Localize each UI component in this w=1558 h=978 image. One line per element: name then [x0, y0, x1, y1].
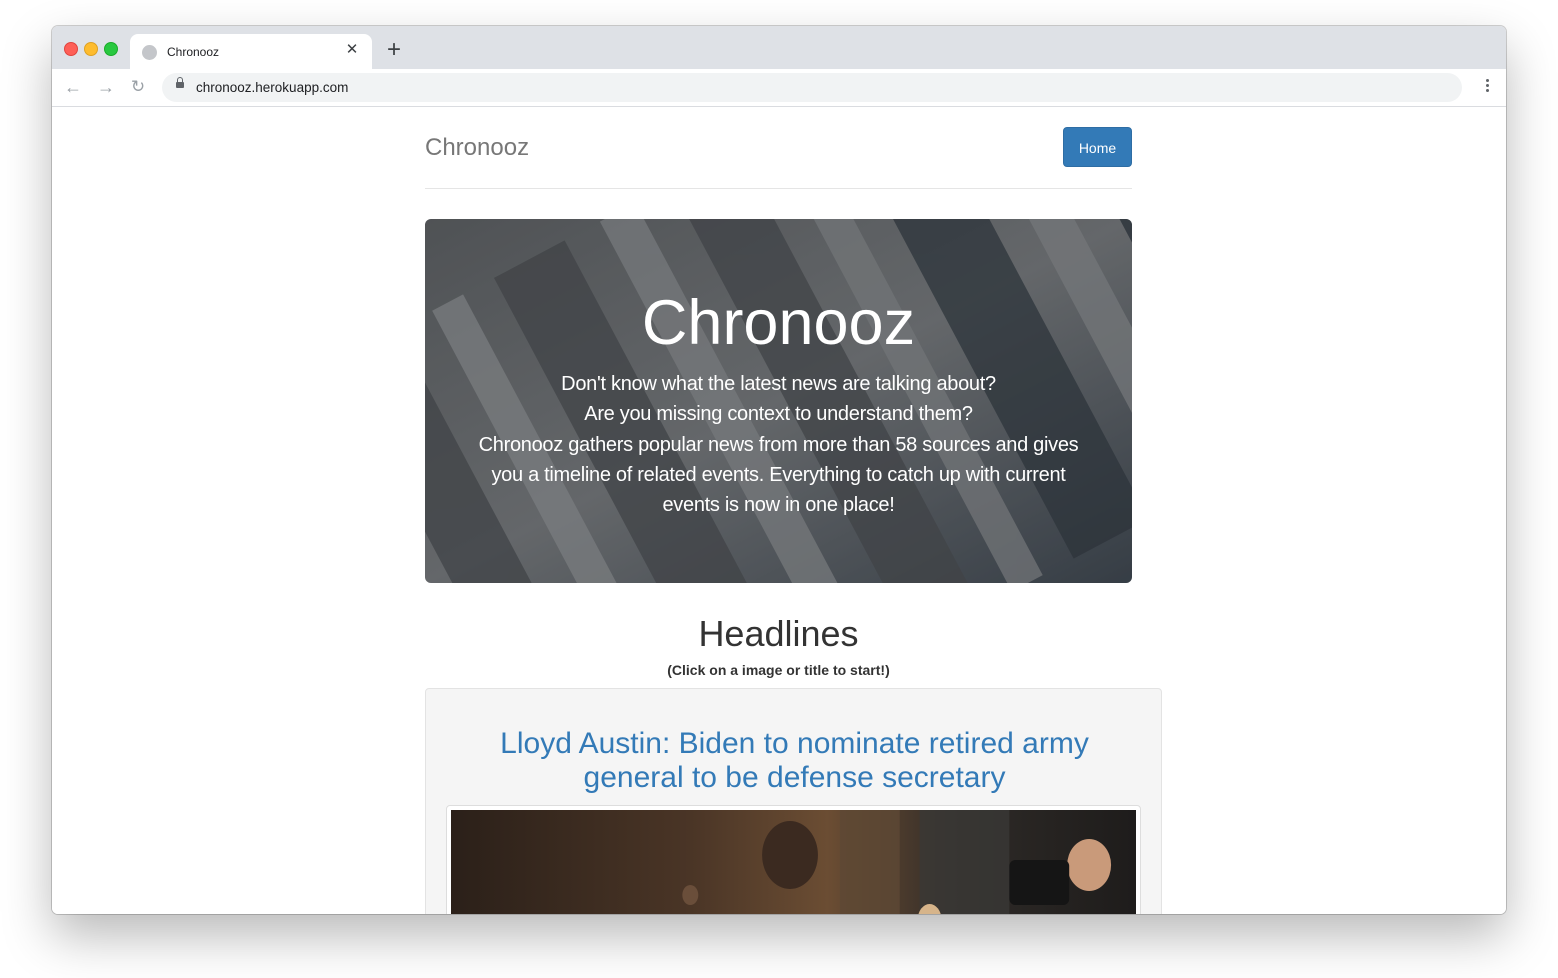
kebab-menu-icon[interactable] [1486, 77, 1490, 97]
close-window-button[interactable] [64, 42, 78, 56]
new-tab-button[interactable]: + [382, 38, 406, 62]
browser-toolbar: ← → ↻ chronooz.herokuapp.com [52, 69, 1506, 107]
hero-banner: Chronooz Don't know what the latest news… [425, 219, 1132, 583]
address-bar[interactable]: chronooz.herokuapp.com [162, 73, 1462, 102]
hero-description: Don't know what the latest news are talk… [475, 369, 1082, 520]
headline-card: Lloyd Austin: Biden to nominate retired … [425, 688, 1162, 914]
headlines-heading: Headlines [698, 613, 859, 654]
reload-icon[interactable]: ↻ [128, 77, 148, 97]
browser-window: Chronooz ✕ + ← → ↻ chronooz.herokuapp.co… [52, 26, 1506, 914]
hero-line-2: Are you missing context to understand th… [584, 403, 973, 426]
forward-arrow-icon[interactable]: → [96, 77, 116, 97]
tab-title: Chronooz [167, 45, 220, 59]
headline-title-link[interactable]: Lloyd Austin: Biden to nominate retired … [446, 727, 1143, 795]
maximize-window-button[interactable] [104, 42, 118, 56]
page-viewport: Chronooz Home Chronooz Don't know what t… [52, 107, 1506, 914]
tab-close-icon[interactable]: ✕ [342, 40, 362, 60]
minimize-window-button[interactable] [84, 42, 98, 56]
site-header: Chronooz Home [425, 107, 1132, 189]
headline-thumbnail[interactable] [446, 805, 1141, 914]
home-button[interactable]: Home [1063, 127, 1132, 167]
headline-photo [451, 810, 1136, 914]
hero-line-1: Don't know what the latest news are talk… [561, 373, 996, 395]
headlines-hint: (Click on a image or title to start!) [667, 662, 890, 678]
browser-tab[interactable]: Chronooz ✕ [130, 34, 372, 69]
hero-title: Chronooz [641, 288, 916, 358]
tab-strip: Chronooz ✕ + [52, 26, 1506, 69]
url-text[interactable]: chronooz.herokuapp.com [196, 80, 348, 95]
site-brand[interactable]: Chronooz [425, 134, 529, 162]
back-arrow-icon[interactable]: ← [63, 77, 83, 97]
favicon-icon [142, 45, 157, 60]
lock-icon [176, 77, 184, 88]
hero-line-3: Chronooz gathers popular news from more … [478, 433, 1079, 517]
